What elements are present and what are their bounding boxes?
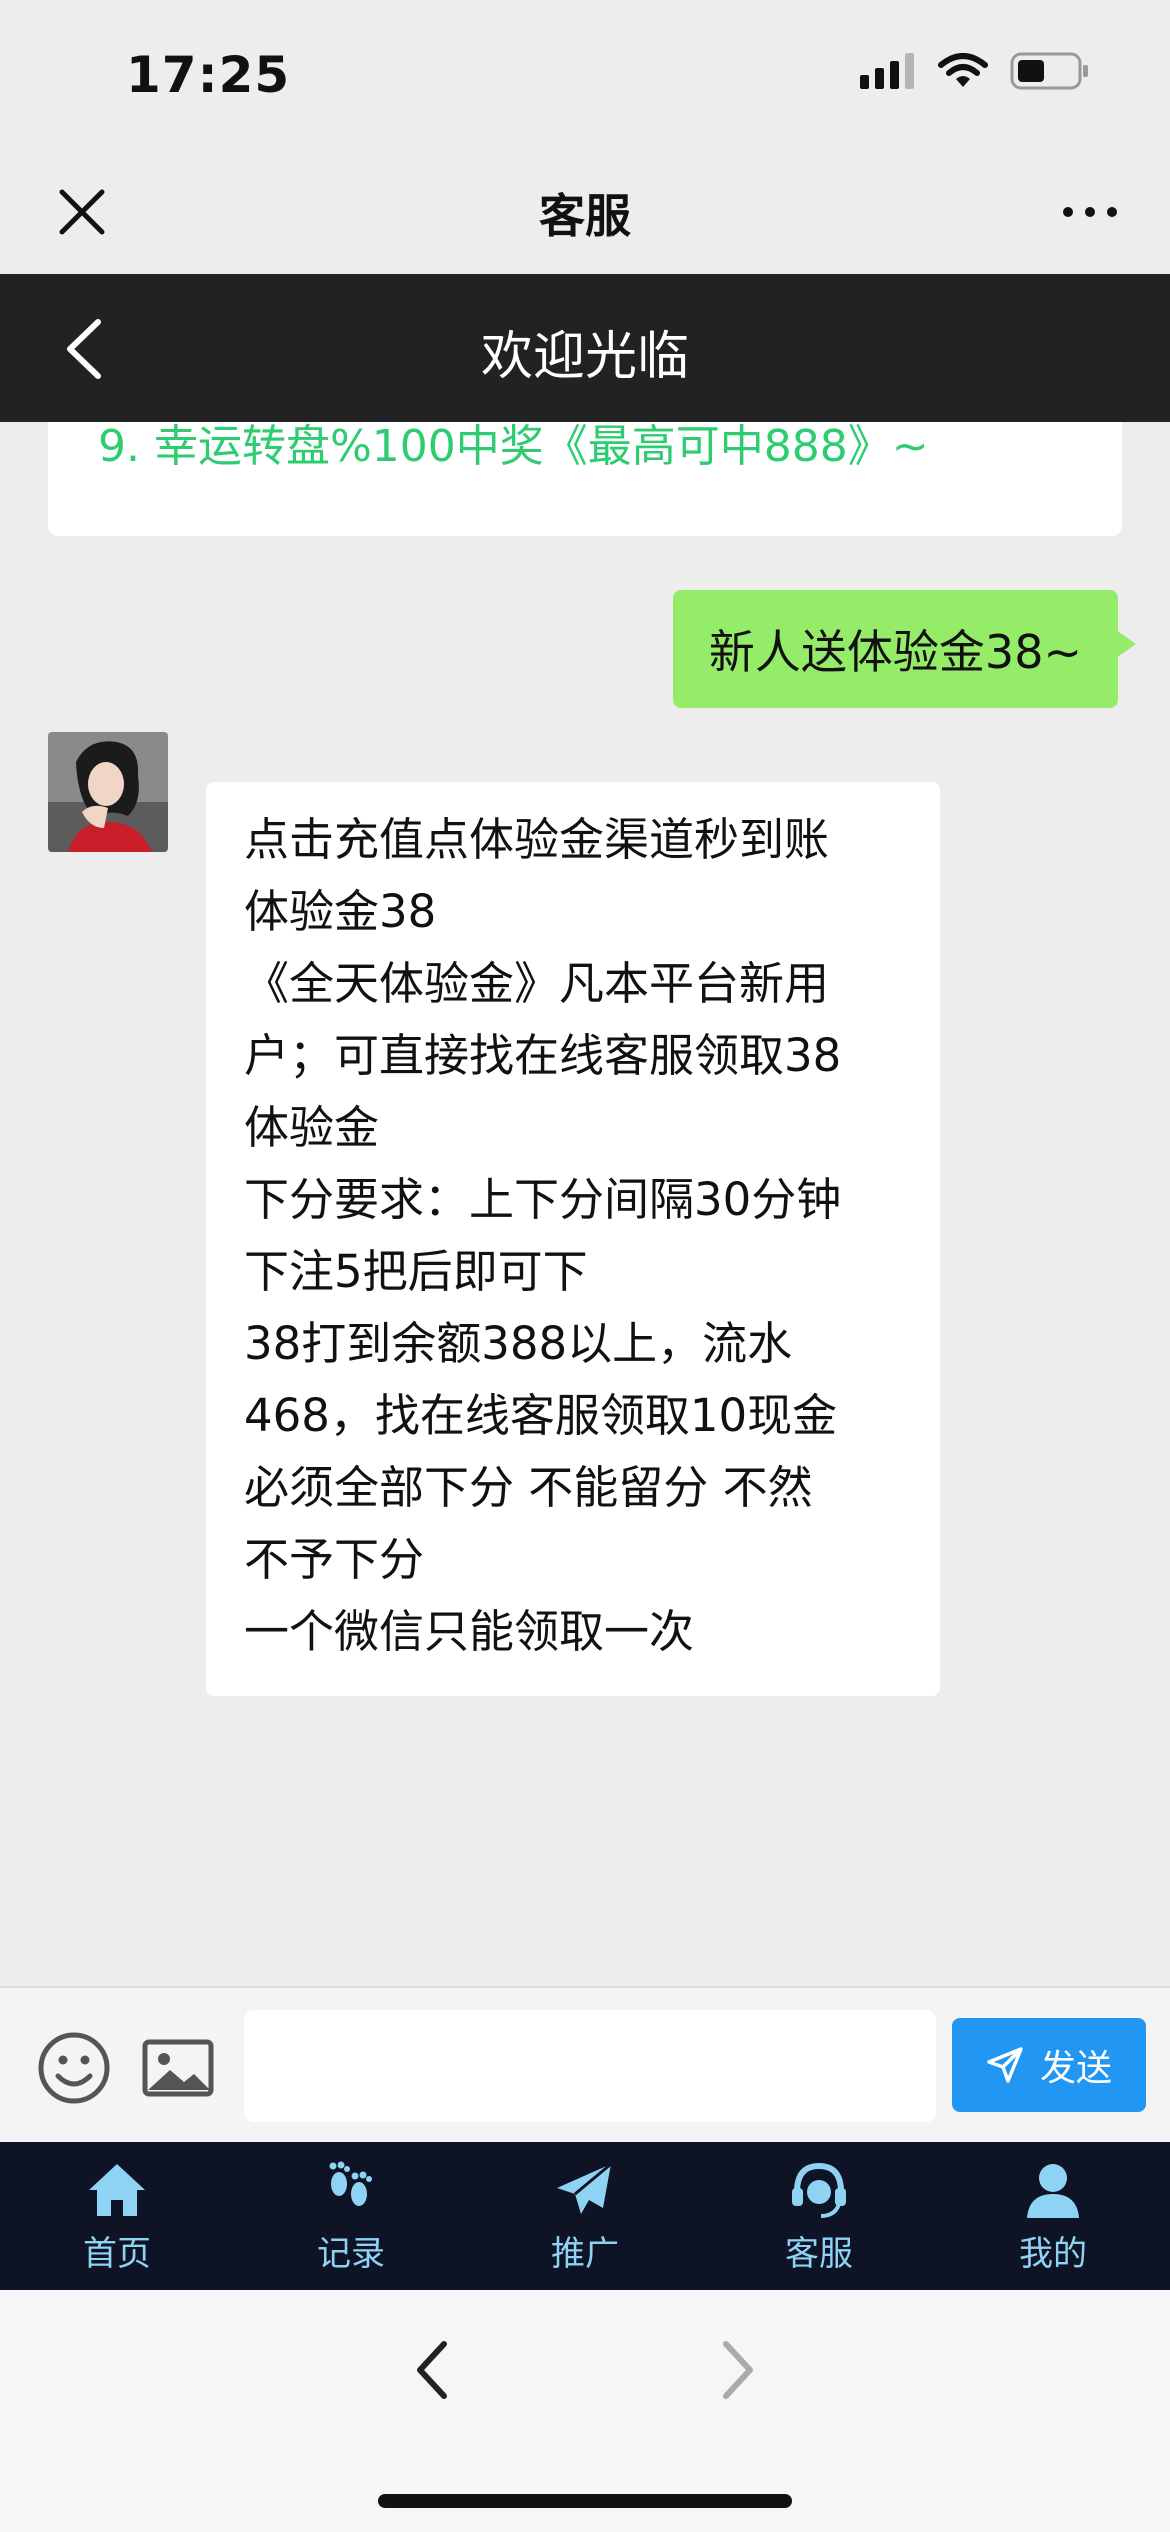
- message-line: 必须全部下分 不能留分 不然: [244, 1461, 813, 1514]
- footprint-icon: [329, 2161, 372, 2206]
- tab-home[interactable]: 首页: [0, 2142, 234, 2290]
- tab-label: 我的: [1019, 2234, 1087, 2274]
- chat-area[interactable]: 9. 幸运转盘%100中奖《最高可中888》~ 新人送体验金38~ 点击充值点体…: [0, 422, 1170, 1986]
- send-label: 发送: [1039, 2048, 1112, 2089]
- tab-records[interactable]: 记录: [234, 2142, 468, 2290]
- message-line: 下注5把后即可下: [244, 1245, 588, 1298]
- battery-icon: [1010, 52, 1088, 90]
- message-bubble-partial: 9. 幸运转盘%100中奖《最高可中888》~: [48, 422, 1122, 536]
- signal-icon: [860, 53, 914, 89]
- page-title: 欢迎光临: [480, 327, 689, 387]
- bottom-tab-bar: 首页 记录 推广 客服 我的: [0, 2142, 1170, 2290]
- user-icon: [1027, 2164, 1079, 2218]
- wifi-icon: [938, 53, 988, 87]
- browser-back-icon[interactable]: [404, 2330, 464, 2410]
- status-icons: [860, 52, 1090, 90]
- message-line: 468，找在线客服领取10现金: [244, 1389, 838, 1442]
- avatar[interactable]: [48, 732, 168, 852]
- incoming-message: 点击充值点体验金渠道秒到账 体验金38 《全天体验金》凡本平台新用 户；可直接找…: [206, 782, 940, 1696]
- message-line: 38打到余额388以上，流水: [244, 1317, 793, 1370]
- send-button[interactable]: 发送: [952, 2018, 1146, 2112]
- browser-forward-icon[interactable]: [706, 2330, 766, 2410]
- status-time: 17:25: [126, 46, 291, 104]
- message-text: 9. 幸运转盘%100中奖《最高可中888》~: [98, 422, 929, 472]
- tab-mine[interactable]: 我的: [936, 2142, 1170, 2290]
- message-line: 一个微信只能领取一次: [244, 1605, 695, 1658]
- webview-title: 客服: [539, 189, 631, 243]
- tab-label: 客服: [785, 2234, 853, 2274]
- home-indicator: [378, 2494, 792, 2508]
- message-line: 体验金38: [244, 885, 437, 938]
- page-header: 欢迎光临: [0, 274, 1170, 422]
- message-line: 户；可直接找在线客服领取38: [244, 1029, 842, 1082]
- tab-label: 首页: [83, 2234, 151, 2274]
- headset-icon: [792, 2162, 846, 2218]
- tab-label: 推广: [551, 2234, 619, 2274]
- message-input[interactable]: [244, 2010, 936, 2122]
- paper-plane-icon: [557, 2162, 612, 2214]
- tab-label: 记录: [317, 2234, 385, 2274]
- more-icon[interactable]: [1060, 192, 1120, 232]
- webview-header: 客服: [0, 150, 1170, 274]
- browser-nav-bar: [0, 2290, 1170, 2532]
- message-line: 点击充值点体验金渠道秒到账: [244, 813, 830, 866]
- message-input-bar: 发送: [0, 1986, 1170, 2142]
- tab-promote[interactable]: 推广: [468, 2142, 702, 2290]
- home-icon: [89, 2164, 145, 2216]
- message-line: 下分要求：上下分间隔30分钟: [244, 1173, 842, 1226]
- status-bar: 17:25: [0, 0, 1170, 150]
- outgoing-message: 新人送体验金38~: [672, 590, 1137, 708]
- message-line: 不予下分: [244, 1533, 425, 1586]
- send-arrow-icon: [987, 2047, 1023, 2083]
- tab-service[interactable]: 客服: [702, 2142, 936, 2290]
- emoji-icon[interactable]: [36, 2030, 112, 2106]
- message-line: 《全天体验金》凡本平台新用: [244, 957, 830, 1010]
- image-icon[interactable]: [140, 2030, 216, 2106]
- message-line: 体验金: [244, 1101, 380, 1154]
